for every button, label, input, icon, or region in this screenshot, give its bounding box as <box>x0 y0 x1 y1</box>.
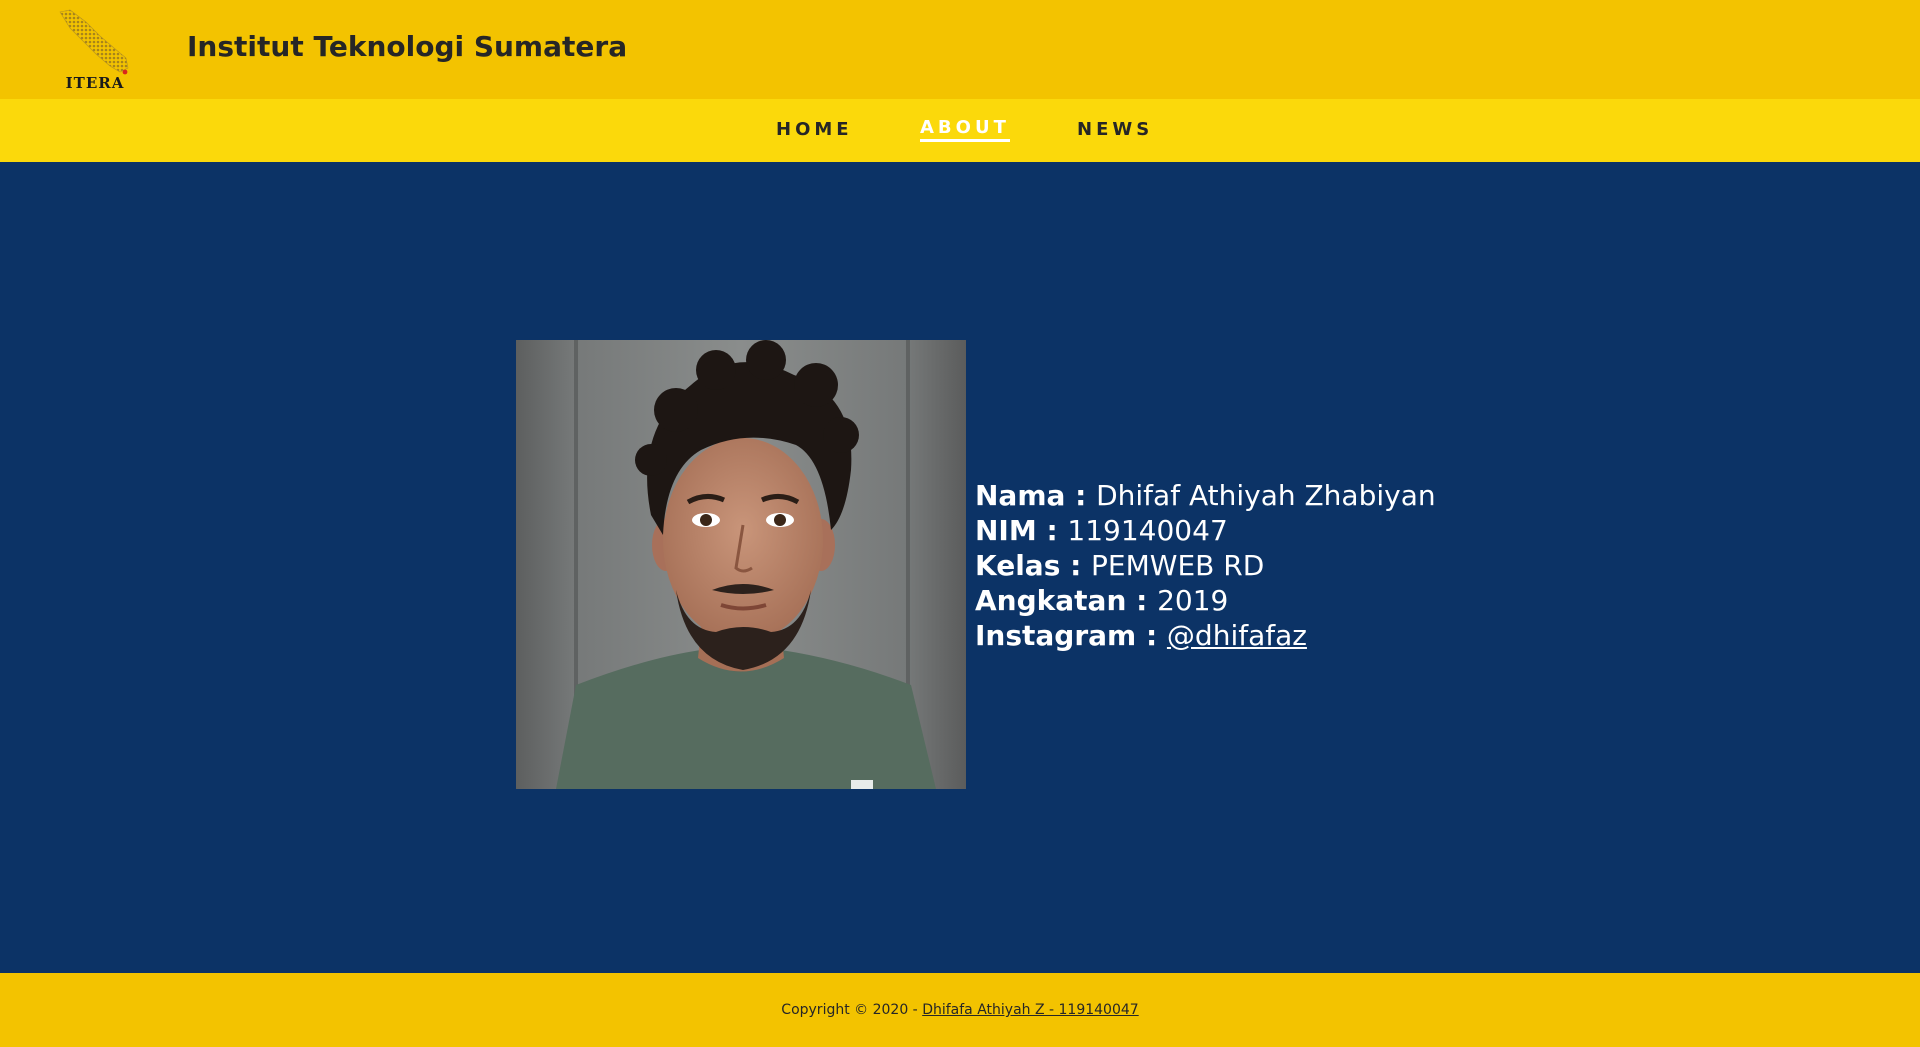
info-value: Dhifaf Athiyah Zhabiyan <box>1096 479 1436 512</box>
info-row-instagram: Instagram : @dhifafaz <box>975 618 1436 653</box>
info-label: Angkatan : <box>975 584 1158 617</box>
info-row-angkatan: Angkatan : 2019 <box>975 583 1436 618</box>
author-link[interactable]: Dhifafa Athiyah Z - 119140047 <box>922 1002 1139 1018</box>
info-value: 2019 <box>1157 584 1229 617</box>
info-row-nama: Nama : Dhifaf Athiyah Zhabiyan <box>975 478 1436 513</box>
info-label: Kelas : <box>975 549 1092 582</box>
info-value: 119140047 <box>1067 514 1228 547</box>
nav-item-news[interactable]: NEWS <box>1077 119 1153 140</box>
info-row-nim: NIM : 119140047 <box>975 513 1436 548</box>
sumatra-map-icon <box>59 9 129 75</box>
itera-logo[interactable]: ITERA <box>56 8 134 94</box>
nav-item-home[interactable]: HOME <box>776 119 853 140</box>
profile-photo-image <box>516 340 966 789</box>
info-label: Nama : <box>975 479 1097 512</box>
main-nav: HOME ABOUT NEWS <box>0 99 1920 162</box>
info-value: PEMWEB RD <box>1091 549 1265 582</box>
footer-text: Copyright © 2020 - Dhifafa Athiyah Z - 1… <box>0 1002 1920 1018</box>
info-label: NIM : <box>975 514 1068 547</box>
logo-label: ITERA <box>65 74 125 92</box>
site-title[interactable]: Institut Teknologi Sumatera <box>187 30 627 63</box>
nav-item-about[interactable]: ABOUT <box>920 117 1010 142</box>
profile-photo <box>516 340 966 789</box>
site-footer: Copyright © 2020 - Dhifafa Athiyah Z - 1… <box>0 973 1920 1047</box>
instagram-link[interactable]: @dhifafaz <box>1167 619 1307 652</box>
info-label: Instagram : <box>975 619 1167 652</box>
info-row-kelas: Kelas : PEMWEB RD <box>975 548 1436 583</box>
site-header: ITERA Institut Teknologi Sumatera <box>0 0 1920 99</box>
copyright-text: Copyright © 2020 - <box>781 1002 923 1018</box>
profile-info: Nama : Dhifaf Athiyah Zhabiyan NIM : 119… <box>975 478 1436 653</box>
